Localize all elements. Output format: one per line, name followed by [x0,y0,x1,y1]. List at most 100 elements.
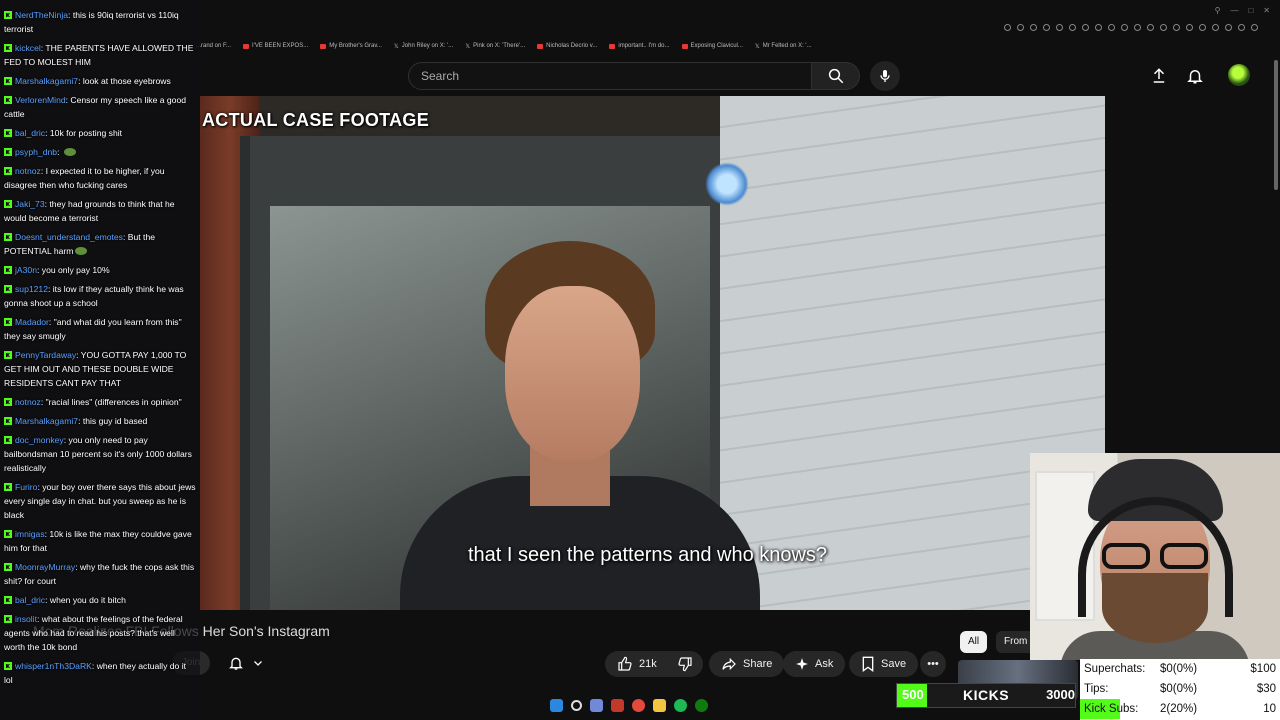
more-actions-button[interactable]: ••• [920,651,946,677]
maximize-icon[interactable]: □ [1248,6,1253,15]
chat-username[interactable]: MoonrayMurray [15,562,75,572]
extension-icon[interactable] [1212,24,1219,31]
chat-username[interactable]: Marshalkagami7 [15,416,78,426]
extension-icon[interactable] [1160,24,1167,31]
extension-icon[interactable] [1238,24,1245,31]
extension-icon[interactable] [1004,24,1011,31]
chat-username[interactable]: doc_monkey [15,435,64,445]
x-icon: 𝕏 [754,43,760,50]
tips-value: $0(0%) [1160,683,1198,695]
extension-icon[interactable] [1121,24,1128,31]
extension-icon[interactable] [1095,24,1102,31]
chat-message: notnoz: I expected it to be higher, if y… [4,166,165,190]
search-input[interactable]: Search [408,62,812,90]
video-player[interactable]: ACTUAL CASE FOOTAGE that I seen the patt… [200,96,1105,610]
ask-button[interactable]: Ask [783,651,846,677]
video-frame-person-face [505,286,640,461]
scrollbar[interactable] [1274,60,1278,190]
bookmark[interactable]: My Brother's Grav... [320,39,382,53]
extension-icon[interactable] [1056,24,1063,31]
chat-username[interactable]: sup1212 [15,284,48,294]
extension-icon[interactable] [1082,24,1089,31]
bookmark[interactable]: Exposing Clavicul... [681,39,743,53]
kick-badge-icon [4,318,12,326]
bookmark[interactable]: Nicholas Decrio v... [537,39,597,53]
chat-username[interactable]: notnoz [15,166,41,176]
subscribe-bell-button[interactable] [220,651,272,675]
extension-icon[interactable] [1251,24,1258,31]
kick-subs-label: Kick Subs: [1084,703,1139,715]
save-button[interactable]: Save [849,651,919,677]
bookmark[interactable]: ...rand on F... [196,39,231,53]
chat-username[interactable]: Jaki_73 [15,199,45,209]
discord-icon[interactable] [590,699,603,712]
chat-username[interactable]: PennyTardaway [15,350,76,360]
kick-badge-icon [4,77,12,85]
close-icon[interactable]: ✕ [1263,6,1270,15]
chat-username[interactable]: Doesnt_understand_emotes [15,232,123,242]
chat-username[interactable]: bal_dric [15,595,45,605]
chat-username[interactable]: kickcel [15,43,41,53]
youtube-icon [681,43,688,49]
avatar[interactable] [1228,64,1250,86]
extension-icon[interactable] [1147,24,1154,31]
extension-icon[interactable] [1030,24,1037,31]
kick-badge-icon [4,96,12,104]
xbox-icon[interactable] [695,699,708,712]
chat-message: kickcel: THE PARENTS HAVE ALLOWED THE FE… [4,43,194,67]
bookmark[interactable]: 𝕏 John Riley on X: '... [394,39,453,53]
notifications-button[interactable] [1183,64,1207,88]
chat-text: this guy id based [82,416,148,426]
chat-username[interactable]: imnigas [15,529,45,539]
extension-icon[interactable] [1134,24,1141,31]
chat-username[interactable]: whisper1nTh3DaRK [15,661,92,671]
chat-username[interactable]: notnoz [15,397,41,407]
create-button[interactable] [1147,64,1171,88]
bell-icon [1187,70,1203,84]
bookmark[interactable]: 𝕏 Mr Felted on X: '... [755,39,812,53]
kick-badge-icon [4,167,12,175]
extension-icon[interactable] [1186,24,1193,31]
extension-icon[interactable] [1225,24,1232,31]
dislike-button[interactable] [667,651,703,677]
chat-message: bal_dric: when you do it bitch [4,593,196,607]
save-label: Save [881,658,907,670]
folder-icon[interactable] [653,699,666,712]
bookmark[interactable]: important.. I'm do... [609,39,670,53]
chip-all[interactable]: All [960,631,988,653]
chat-text: when you do it bitch [49,595,126,605]
taskbar-search-icon[interactable] [571,700,582,711]
youtube-icon [609,43,616,49]
extension-icons [1004,24,1258,31]
chat-username[interactable]: psyph_dnb [15,147,57,157]
minimize-icon[interactable]: — [1230,6,1238,15]
bookmark[interactable]: I'VE BEEN EXPOS... [243,39,308,53]
chat-username[interactable]: bal_dric [15,128,45,138]
windows-start-icon[interactable] [550,699,563,712]
chat-username[interactable]: jA30n [15,265,37,275]
chat-username[interactable]: Madador [15,317,49,327]
search-button[interactable] [812,62,860,90]
spotify-icon[interactable] [674,699,687,712]
extension-icon[interactable] [1173,24,1180,31]
voice-search-button[interactable] [870,61,900,91]
chrome-icon[interactable] [632,699,645,712]
obs-icon[interactable] [611,699,624,712]
kick-subs-goal: 10 [1263,703,1276,715]
chat-username[interactable]: VerlorenMind [15,95,66,105]
chat-text: you only pay 10% [41,265,110,275]
chat-username[interactable]: Furiro [15,482,37,492]
extension-icon[interactable] [1108,24,1115,31]
bookmark[interactable]: 𝕏 Pink on X: 'There'... [465,39,525,53]
extension-icon[interactable] [1043,24,1050,31]
chat-username[interactable]: insolit [15,614,37,624]
extension-icon[interactable] [1017,24,1024,31]
chat-message: MoonrayMurray: why the fuck the cops ask… [4,562,195,586]
chat-username[interactable]: Marshalkagami7 [15,76,78,86]
extension-icon[interactable] [1069,24,1076,31]
extension-icon[interactable] [1199,24,1206,31]
chat-username[interactable]: NerdTheNinja [15,10,68,20]
superchats-goal: $100 [1250,663,1276,675]
search-icon[interactable]: ⚲ [1215,6,1221,15]
share-button[interactable]: Share [709,651,785,677]
